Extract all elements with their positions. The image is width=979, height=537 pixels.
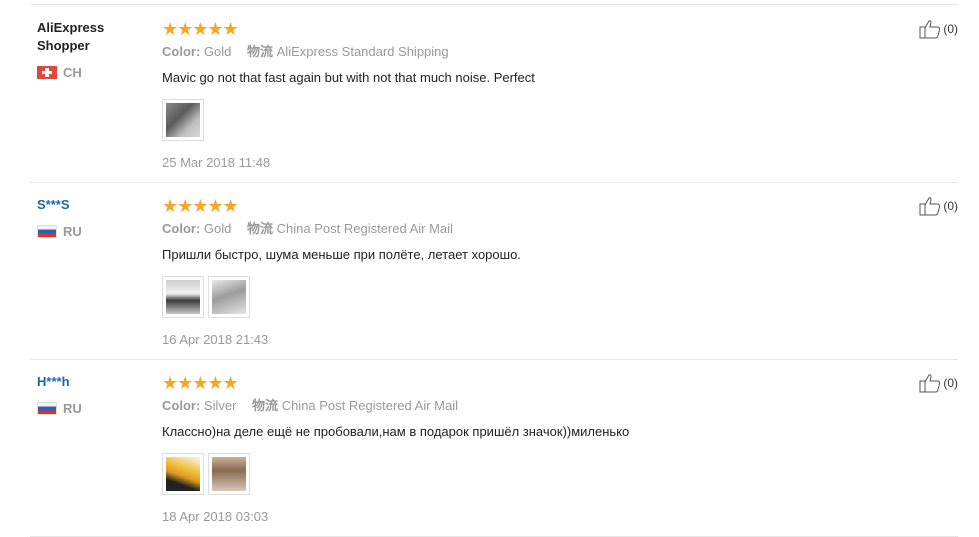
review-date: 25 Mar 2018 11:48	[162, 155, 271, 170]
helpful-button[interactable]: (0)	[919, 373, 958, 393]
color-label: Color:	[162, 221, 201, 236]
star-rating: ★★★★★	[162, 196, 239, 216]
thumbs-up-icon	[919, 374, 941, 393]
reviewer-info: H***h RU	[37, 373, 147, 416]
review-photo-thumbnail[interactable]	[162, 453, 204, 495]
review-text: Классно)на деле ещё не пробовали,нам в п…	[162, 424, 630, 439]
helpful-button[interactable]: (0)	[919, 19, 958, 39]
reviewer-name[interactable]: S***S	[37, 196, 147, 214]
order-info: Color: Silver 物流 China Post Registered A…	[162, 397, 842, 415]
russia-flag-icon	[37, 225, 57, 238]
color-value: Silver	[203, 398, 237, 413]
photo-image	[166, 457, 200, 491]
review-body: ★★★★★ Color: Silver 物流 China Post Regist…	[162, 373, 842, 524]
review-photos	[162, 99, 842, 141]
country-code: RU	[63, 401, 82, 416]
reviewer-country: CH	[37, 65, 147, 80]
shipping-value: China Post Registered Air Mail	[276, 221, 453, 236]
review-date: 18 Apr 2018 03:03	[162, 509, 269, 524]
order-info: Color: Gold 物流 AliExpress Standard Shipp…	[162, 43, 842, 61]
shipping-label: 物流	[247, 221, 274, 236]
reviewer-info: AliExpress Shopper CH	[37, 19, 147, 80]
review-item: S***S RU ★★★★★ Color: Gold 物流 China Post…	[30, 182, 958, 360]
star-rating: ★★★★★	[162, 19, 239, 39]
reviewer-name[interactable]: H***h	[37, 373, 147, 391]
review-item: H***h RU ★★★★★ Color: Silver 物流 China Po…	[30, 359, 958, 537]
review-photo-thumbnail[interactable]	[162, 276, 204, 318]
reviewer-country: RU	[37, 401, 147, 416]
photo-image	[212, 280, 246, 314]
photo-image	[166, 103, 200, 137]
review-photo-thumbnail[interactable]	[208, 276, 250, 318]
reviewer-name: AliExpress Shopper	[37, 20, 105, 53]
photo-image	[166, 280, 200, 314]
review-item: AliExpress Shopper CH ★★★★★ Color: Gold …	[30, 5, 958, 183]
reviewer-country: RU	[37, 224, 147, 239]
helpful-count: (0)	[943, 376, 958, 390]
color-label: Color:	[162, 44, 201, 59]
shipping-value: China Post Registered Air Mail	[281, 398, 458, 413]
switzerland-flag-icon	[37, 66, 57, 79]
review-photos	[162, 453, 842, 495]
helpful-count: (0)	[943, 22, 958, 36]
review-photo-thumbnail[interactable]	[162, 99, 204, 141]
review-body: ★★★★★ Color: Gold 物流 China Post Register…	[162, 196, 842, 347]
russia-flag-icon	[37, 402, 57, 415]
order-info: Color: Gold 物流 China Post Registered Air…	[162, 220, 842, 238]
helpful-count: (0)	[943, 199, 958, 213]
shipping-label: 物流	[252, 398, 279, 413]
review-photos	[162, 276, 842, 318]
shipping-value: AliExpress Standard Shipping	[276, 44, 449, 59]
review-body: ★★★★★ Color: Gold 物流 AliExpress Standard…	[162, 19, 842, 170]
thumbs-up-icon	[919, 20, 941, 39]
star-rating: ★★★★★	[162, 373, 239, 393]
reviewer-info: S***S RU	[37, 196, 147, 239]
color-value: Gold	[203, 221, 232, 236]
review-text: Пришли быстро, шума меньше при полёте, л…	[162, 247, 521, 262]
photo-image	[212, 457, 246, 491]
country-code: CH	[63, 65, 82, 80]
color-value: Gold	[203, 44, 232, 59]
shipping-label: 物流	[247, 44, 274, 59]
country-code: RU	[63, 224, 82, 239]
color-label: Color:	[162, 398, 201, 413]
review-date: 16 Apr 2018 21:43	[162, 332, 269, 347]
review-photo-thumbnail[interactable]	[208, 453, 250, 495]
thumbs-up-icon	[919, 197, 941, 216]
helpful-button[interactable]: (0)	[919, 196, 958, 216]
review-text: Mavic go not that fast again but with no…	[162, 70, 535, 85]
